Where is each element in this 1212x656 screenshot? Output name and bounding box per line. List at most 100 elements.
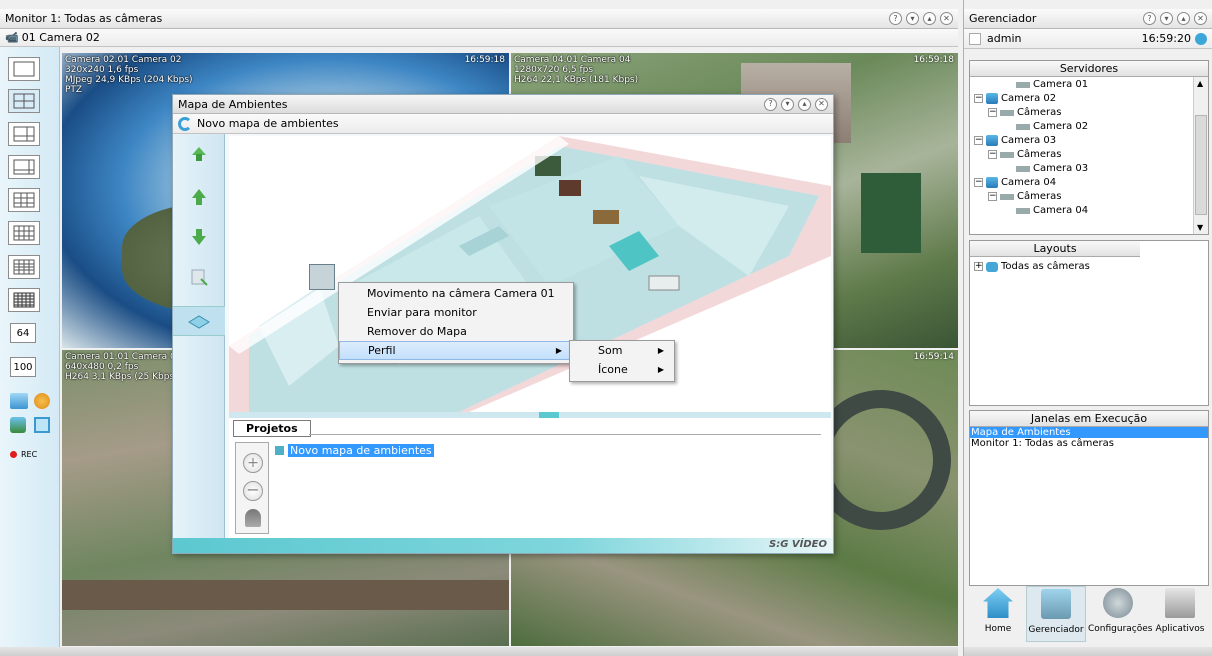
- tree-node[interactable]: − Camera 02: [974, 93, 1056, 104]
- manager-title-bar: Gerenciador ? ▾ ▴ ✕: [964, 9, 1212, 29]
- collapse-icon[interactable]: −: [974, 178, 983, 187]
- expand-icon[interactable]: +: [974, 262, 983, 271]
- server-icon: [986, 135, 998, 146]
- tree-node[interactable]: − Câmeras: [988, 149, 1061, 160]
- nav-home[interactable]: Home: [968, 588, 1028, 634]
- layout-100-button[interactable]: 100: [10, 357, 36, 377]
- nav-apps-label: Aplicativos: [1155, 624, 1205, 634]
- layout-12-button[interactable]: [8, 221, 40, 245]
- monitor-statusbar: [0, 647, 958, 656]
- users-icon[interactable]: [10, 417, 26, 433]
- maximize-icon[interactable]: ▴: [923, 12, 936, 25]
- tree-node[interactable]: − Camera 04: [974, 177, 1056, 188]
- camera-map-icon[interactable]: [309, 264, 335, 290]
- scroll-up-icon: ▲: [1197, 79, 1204, 88]
- collapse-icon[interactable]: −: [974, 136, 983, 145]
- tree-node[interactable]: Camera 02: [1016, 121, 1088, 132]
- tree-node[interactable]: Camera 01: [1016, 79, 1088, 90]
- collapse-icon[interactable]: −: [988, 192, 997, 201]
- servers-panel: Servidores Camera 01− Camera 02− Câmeras Ca…: [969, 60, 1209, 235]
- tree-node-label: Câmeras: [1017, 149, 1062, 160]
- brand-logo: S:G VÍDEO: [769, 539, 827, 550]
- close-icon[interactable]: ✕: [1194, 12, 1207, 25]
- map-subtitle: Novo mapa de ambientes: [197, 117, 339, 130]
- minimize-icon[interactable]: ▾: [1160, 12, 1173, 25]
- submenu-item-icon[interactable]: Ícone ▶: [570, 360, 674, 379]
- submenu-item-sound[interactable]: Som ▶: [570, 341, 674, 360]
- minimize-icon[interactable]: ▾: [906, 12, 919, 25]
- camera-time: 16:59:18: [464, 55, 505, 65]
- collapse-icon[interactable]: −: [974, 94, 983, 103]
- layout-64-button[interactable]: 64: [10, 323, 36, 343]
- user-project-icon[interactable]: [245, 509, 261, 527]
- tree-node-label: Camera 01: [1033, 79, 1089, 90]
- tree-node[interactable]: Camera 03: [1016, 163, 1088, 174]
- running-panel: Janelas em Execução Mapa de Ambientes Mo…: [969, 410, 1209, 586]
- minimize-icon[interactable]: ▾: [781, 97, 794, 111]
- collapse-icon[interactable]: −: [988, 150, 997, 159]
- layout-4-button[interactable]: [8, 89, 40, 113]
- layout-6-button[interactable]: [8, 122, 40, 146]
- menu-item-profile[interactable]: Perfil ▶: [339, 341, 573, 360]
- tree-node[interactable]: − Câmeras: [988, 191, 1061, 202]
- layout-9-button[interactable]: [8, 188, 40, 212]
- menu-item-remove[interactable]: Remover do Mapa: [339, 322, 573, 341]
- nav-manager-label: Gerenciador: [1028, 625, 1084, 635]
- layout-8-button[interactable]: [8, 155, 40, 179]
- maximize-icon[interactable]: ▴: [1177, 12, 1190, 25]
- fullscreen-icon[interactable]: [34, 417, 50, 433]
- menu-item-motion[interactable]: Movimento na câmera Camera 01: [339, 284, 573, 303]
- servers-scrollbar[interactable]: ▲ ▼: [1193, 77, 1208, 234]
- nav-settings[interactable]: Configurações: [1088, 588, 1152, 634]
- layout-25-button[interactable]: [8, 288, 40, 312]
- map-subbar: Novo mapa de ambientes: [173, 114, 833, 134]
- nav-apps[interactable]: Aplicativos: [1150, 588, 1210, 634]
- move-up-icon[interactable]: [186, 186, 212, 208]
- submenu-arrow-icon: ▶: [555, 346, 562, 355]
- projects-tab[interactable]: Projetos: [233, 420, 311, 437]
- camera-icon: [1000, 109, 1014, 116]
- tree-node[interactable]: − Camera 03: [974, 135, 1056, 146]
- camera-icon: [1016, 165, 1030, 172]
- rec-button[interactable]: REC: [10, 450, 37, 459]
- projects-toolbar: + −: [235, 442, 269, 534]
- help-icon[interactable]: ?: [1143, 12, 1156, 25]
- layout-1-button[interactable]: [8, 57, 40, 81]
- import-icon[interactable]: [186, 266, 212, 288]
- help-icon[interactable]: ?: [889, 12, 902, 25]
- add-project-icon[interactable]: +: [243, 453, 263, 473]
- settings-icon[interactable]: [34, 393, 50, 409]
- servers-header: Servidores: [970, 61, 1208, 77]
- map-view-button[interactable]: [173, 306, 225, 336]
- running-item[interactable]: Mapa de Ambientes: [970, 427, 1208, 438]
- running-header: Janelas em Execução: [970, 411, 1208, 427]
- rec-dot-icon: [10, 451, 17, 458]
- project-icon: [275, 446, 284, 455]
- nav-manager[interactable]: Gerenciador: [1026, 586, 1086, 642]
- menu-item-send-monitor[interactable]: Enviar para monitor: [339, 303, 573, 322]
- layout-item[interactable]: + Todas as câmeras: [974, 261, 1090, 272]
- close-icon[interactable]: ✕: [940, 12, 953, 25]
- tree-node[interactable]: Camera 04: [1016, 205, 1088, 216]
- layout-16-button[interactable]: [8, 255, 40, 279]
- move-down-icon[interactable]: [186, 226, 212, 248]
- map-canvas[interactable]: [229, 136, 831, 412]
- logout-icon[interactable]: [1195, 32, 1207, 45]
- tree-node-label: Camera 04: [1033, 205, 1089, 216]
- project-item[interactable]: Novo mapa de ambientes: [275, 444, 434, 457]
- monitor-subtitle: 01 Camera 02: [21, 31, 100, 44]
- manager-icon: [1041, 589, 1071, 619]
- remove-project-icon[interactable]: −: [243, 481, 263, 501]
- close-icon[interactable]: ✕: [815, 97, 828, 111]
- maximize-icon[interactable]: ▴: [798, 97, 811, 111]
- running-item[interactable]: Monitor 1: Todas as câmeras: [970, 438, 1208, 449]
- camera-icon: [1000, 151, 1014, 158]
- collapse-icon[interactable]: −: [988, 108, 997, 117]
- help-icon[interactable]: ?: [764, 97, 777, 111]
- tree-node[interactable]: − Câmeras: [988, 107, 1061, 118]
- add-map-icon[interactable]: [186, 142, 212, 164]
- camera-icon: [1016, 123, 1030, 130]
- map-icon[interactable]: [10, 393, 28, 409]
- monitor-title-bar: Monitor 1: Todas as câmeras ? ▾ ▴ ✕: [0, 9, 958, 29]
- monitor-subbar: 📹 01 Camera 02: [0, 29, 958, 47]
